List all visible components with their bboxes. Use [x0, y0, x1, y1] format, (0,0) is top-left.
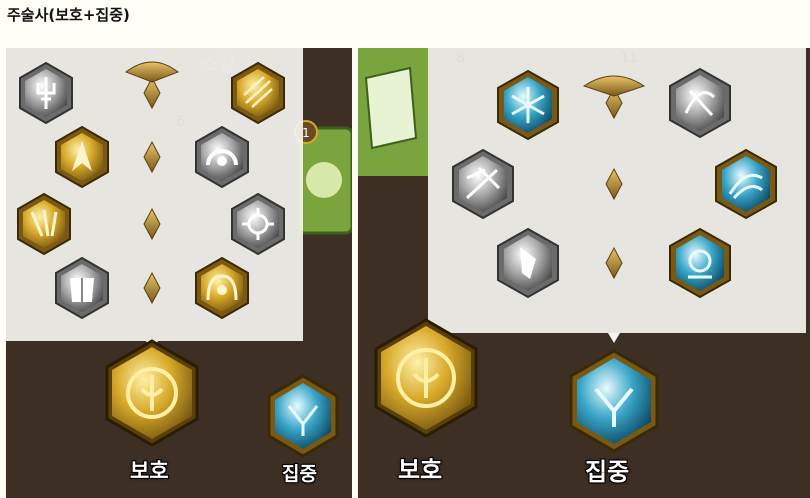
- bg-faded-label: 스킬: [202, 54, 235, 75]
- focus-option-label: 집중: [282, 463, 317, 485]
- skill-tree-canvas: 1 스킬 6: [6, 48, 352, 498]
- skill-tree-panel-protect: 1 스킬 6 보호 집중: [6, 48, 352, 498]
- protect-option-label: 보호: [398, 456, 443, 484]
- skill-tree-panel-focus: 8 11 보호 집중: [358, 48, 810, 498]
- bg-scroll-icon: [364, 66, 418, 150]
- bg-faded-badge: 6: [176, 114, 185, 130]
- bg-seed-icon: [306, 162, 342, 198]
- page-title: 주술사(보호+집중): [7, 6, 130, 24]
- bg-badge-number: 1: [302, 126, 310, 140]
- focus-option-label: 집중: [585, 458, 630, 486]
- skill-tree-canvas: 8 11: [358, 48, 810, 498]
- protect-option-label: 보호: [130, 459, 169, 483]
- bg-faded-badge: 8: [456, 50, 465, 66]
- bg-faded-badge: 11: [620, 50, 638, 66]
